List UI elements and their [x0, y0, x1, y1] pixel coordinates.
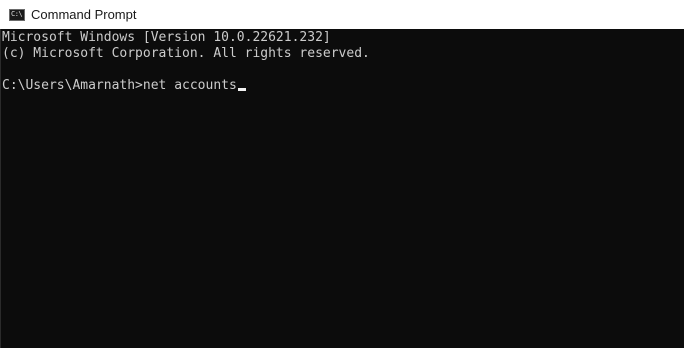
command-prompt-window: C:\ Command Prompt Microsoft Windows [Ve…	[0, 0, 684, 348]
console-line-version: Microsoft Windows [Version 10.0.22621.23…	[2, 30, 331, 45]
console-line-blank	[2, 62, 684, 78]
text-cursor	[237, 88, 246, 91]
window-title: Command Prompt	[31, 7, 137, 22]
command-line[interactable]: C:\Users\Amarnath>net accounts	[2, 78, 684, 94]
command-prompt-path: C:\Users\Amarnath>	[2, 78, 143, 93]
console-line-copyright: (c) Microsoft Corporation. All rights re…	[2, 46, 370, 61]
console-output[interactable]: Microsoft Windows [Version 10.0.22621.23…	[0, 29, 684, 348]
title-bar[interactable]: C:\ Command Prompt	[0, 0, 684, 29]
cmd-icon: C:\	[9, 8, 25, 21]
command-input[interactable]: net accounts	[143, 78, 237, 93]
window-left-border	[0, 29, 1, 348]
